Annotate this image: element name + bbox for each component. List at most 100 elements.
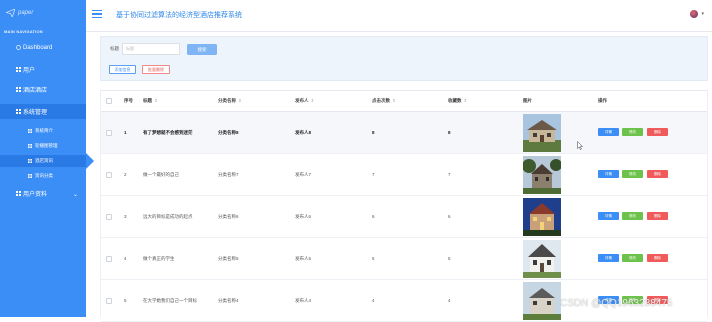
column-header-actions: 操作 (598, 98, 607, 103)
cell-title: 有了梦想就不会感到迷茫 (143, 130, 193, 135)
cell-title: 做一个最好的自己 (143, 172, 179, 177)
hotel-photo[interactable] (523, 198, 561, 236)
active-indicator (86, 153, 94, 169)
cell-no: 4 (124, 256, 127, 261)
table-row[interactable]: 2 做一个最好的自己 分类名称7 发布人7 7 7 详情 修改 删除 (101, 154, 707, 196)
logo[interactable]: paper (6, 8, 33, 18)
column-header-category[interactable]: 分类名称 ⇕ (218, 98, 242, 104)
mouse-cursor-icon (577, 141, 583, 150)
sidebar: paper MAIN NAVIGATION Dashboard 用户 酒店酒店 … (0, 0, 86, 317)
table-row[interactable]: 4 做个真正的学生 分类名称5 发布人5 5 5 详情 修改 删除 (101, 238, 707, 280)
edit-button[interactable]: 修改 (622, 128, 643, 136)
logo-text: paper (18, 10, 34, 16)
edit-button[interactable]: 修改 (622, 170, 643, 178)
avatar[interactable] (690, 10, 698, 18)
hotel-photo[interactable] (523, 114, 561, 152)
cell-clicks: 7 (372, 172, 375, 177)
grid-icon (16, 67, 21, 72)
data-table: 序号 标题 ⇕ 分类名称 ⇕ 发布人 ⇕ 点击次数 ⇕ 收藏数 ⇕ 图片 操作 1 有了梦… (100, 90, 708, 322)
row-checkbox[interactable] (106, 256, 112, 262)
sidebar-item-dashboard[interactable]: Dashboard (0, 40, 86, 55)
column-header-favorites[interactable]: 收藏数 ⇕ (448, 98, 467, 104)
cell-category: 分类名称8 (218, 130, 239, 135)
sidebar-item-users[interactable]: 用户 (0, 62, 86, 77)
sidebar-item-system[interactable]: 系统管理 (0, 104, 86, 119)
grid-icon (28, 173, 32, 178)
sidebar-item-carousel[interactable]: 轮播图管理 (0, 140, 86, 152)
detail-button[interactable]: 详情 (598, 170, 619, 178)
cell-no: 3 (124, 214, 127, 219)
sidebar-item-intro[interactable]: 系统简介 (0, 125, 86, 137)
menu-toggle-icon[interactable] (92, 10, 102, 19)
grid-icon (16, 87, 21, 92)
cell-favorites: 8 (448, 130, 451, 135)
grid-icon (28, 143, 32, 148)
sidebar-item-label: 酒店资讯 (35, 158, 53, 163)
delete-button[interactable]: 删除 (647, 128, 668, 136)
column-header-clicks[interactable]: 点击次数 ⇕ (372, 98, 396, 104)
row-checkbox[interactable] (106, 298, 112, 304)
delete-button[interactable]: 删除 (647, 170, 668, 178)
grid-icon (28, 128, 32, 133)
grid-icon (28, 158, 32, 163)
hotel-photo[interactable] (523, 156, 561, 194)
chevron-down-icon: ⌄ (72, 192, 78, 198)
dashboard-icon (16, 45, 21, 50)
row-checkbox[interactable] (106, 172, 112, 178)
delete-button[interactable]: 删除 (647, 254, 668, 262)
cell-category: 分类名称4 (218, 298, 239, 303)
cell-no: 1 (124, 130, 127, 135)
select-all-checkbox[interactable] (106, 98, 112, 104)
sidebar-item-label: 系统简介 (35, 128, 53, 133)
table-row[interactable]: 3 远大的目标是成功的起点 分类名称6 发布人6 6 6 详情 修改 删除 (101, 196, 707, 238)
cell-favorites: 7 (448, 172, 451, 177)
cell-publisher: 发布人6 (295, 214, 312, 219)
cell-no: 2 (124, 172, 127, 177)
cell-favorites: 4 (448, 298, 451, 303)
sort-icon: ⇕ (463, 98, 468, 103)
search-label: 标题 (110, 46, 119, 51)
sidebar-item-news-category[interactable]: 资讯分类 (0, 170, 86, 182)
sidebar-item-label: 轮播图管理 (35, 143, 58, 148)
cell-title: 在大学她我们自己一个目标 (143, 298, 197, 303)
add-button[interactable]: 添加信息 (109, 65, 136, 74)
sidebar-item-hotels[interactable]: 酒店酒店 (0, 82, 86, 97)
cell-favorites: 6 (448, 214, 451, 219)
detail-button[interactable]: 详情 (598, 212, 619, 220)
cell-title: 远大的目标是成功的起点 (143, 214, 193, 219)
cell-publisher: 发布人5 (295, 256, 312, 261)
edit-button[interactable]: 修改 (622, 212, 643, 220)
hotel-photo[interactable] (523, 240, 561, 278)
cell-title: 做个真正的学生 (143, 256, 175, 261)
sort-icon: ⇕ (310, 98, 315, 103)
sidebar-item-label: 用户 (23, 68, 36, 74)
cell-publisher: 发布人7 (295, 172, 312, 177)
row-checkbox[interactable] (106, 214, 112, 220)
cell-clicks: 8 (372, 130, 375, 135)
sidebar-item-profile[interactable]: 用户资料 ⌄ (0, 186, 86, 201)
nav-caption: MAIN NAVIGATION (4, 29, 43, 34)
cell-clicks: 6 (372, 214, 375, 219)
table-row[interactable]: 1 有了梦想就不会感到迷茫 分类名称8 发布人8 8 8 详情 修改 删除 (101, 112, 707, 154)
paper-plane-icon (6, 9, 15, 17)
column-header-publisher[interactable]: 发布人 ⇕ (295, 98, 314, 104)
search-input[interactable]: 标题 (122, 43, 180, 55)
hotel-photo[interactable] (523, 282, 561, 320)
cell-publisher: 发布人8 (295, 130, 312, 135)
row-checkbox[interactable] (106, 130, 112, 136)
column-header-title[interactable]: 标题 ⇕ (143, 98, 158, 104)
detail-button[interactable]: 详情 (598, 128, 619, 136)
caret-down-icon[interactable]: ▾ (701, 11, 704, 17)
detail-button[interactable]: 详情 (598, 254, 619, 262)
edit-button[interactable]: 修改 (622, 254, 643, 262)
delete-button[interactable]: 删除 (647, 212, 668, 220)
cell-category: 分类名称6 (218, 214, 239, 219)
batch-delete-button[interactable]: 批量删除 (142, 65, 170, 74)
sidebar-item-news[interactable]: 酒店资讯 (0, 155, 86, 167)
watermark: CSDN @QQ1963288475 (560, 298, 673, 309)
sort-icon: ⇕ (238, 98, 242, 103)
search-button[interactable]: 搜索 (187, 44, 217, 55)
column-header-no: 序号 (124, 98, 133, 103)
grid-icon (16, 191, 21, 196)
sort-icon: ⇕ (154, 98, 158, 103)
